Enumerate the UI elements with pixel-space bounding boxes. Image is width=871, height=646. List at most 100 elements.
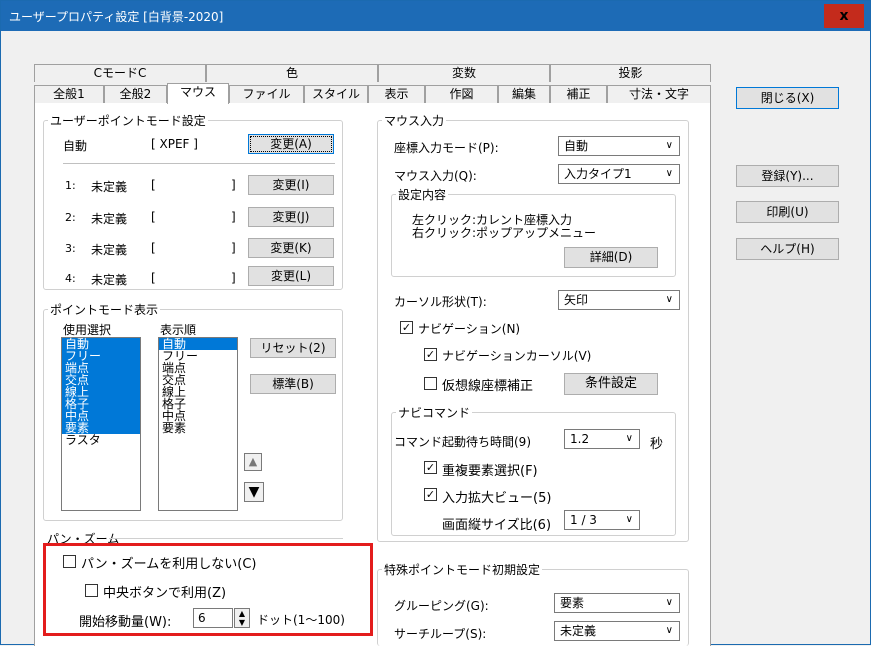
tab-label: CモードC	[93, 66, 147, 80]
row-bracket-right: ]	[231, 271, 236, 285]
select-value: 未定義	[560, 624, 597, 638]
tab-c-mode[interactable]: CモードC	[34, 64, 206, 82]
dialog-window: ユーザープロパティ設定 [白背景-2020] x CモードC 色 変数 投影 全…	[0, 0, 871, 646]
window-title: ユーザープロパティ設定 [白背景-2020]	[9, 10, 224, 24]
change-l-button[interactable]: 変更(L)	[248, 266, 334, 286]
reset-button[interactable]: リセット(2)	[250, 338, 336, 358]
tab-label: マウス	[179, 85, 216, 99]
use-select-label: 使用選択	[63, 323, 112, 337]
tab-label: スタイル	[311, 87, 360, 101]
ratio-label: 画面縦サイズ比(6)	[442, 518, 552, 533]
tab-general2[interactable]: 全般2	[104, 85, 167, 103]
move-up-icon[interactable]: ▲	[244, 453, 262, 471]
group-label: ポイントモード表示	[48, 301, 161, 318]
select-value: 入力タイプ1	[564, 167, 632, 181]
tab-style[interactable]: スタイル	[304, 85, 368, 103]
nav-cursor-label: ナビゲーションカーソル(V)	[442, 349, 592, 363]
tab-file[interactable]: ファイル	[229, 85, 304, 103]
tab-display[interactable]: 表示	[368, 85, 425, 103]
zoom-view-label: 入力拡大ビュー(5)	[442, 491, 552, 506]
select-value: 自動	[564, 139, 589, 153]
standard-button[interactable]: 標準(B)	[250, 374, 336, 394]
tab-label: ファイル	[242, 87, 291, 101]
chevron-down-icon: ∨	[625, 514, 633, 525]
register-button[interactable]: 登録(Y)...	[736, 165, 839, 187]
grouping-select[interactable]: 要素 ∨	[554, 593, 680, 613]
tab-dimension-text[interactable]: 寸法・文字	[607, 85, 711, 103]
row-bracket-left: [	[151, 210, 156, 224]
row-bracket-right: ]	[231, 178, 236, 192]
dup-select-label: 重複要素選択(F)	[442, 464, 538, 479]
row-label: 未定義	[91, 243, 128, 257]
tab-label: 全般2	[119, 87, 152, 101]
row-bracket-left: [	[151, 178, 156, 192]
tab-label: 表示	[384, 87, 409, 101]
row-num: 2:	[65, 211, 76, 224]
chevron-down-icon: ∨	[665, 140, 673, 151]
tab-color[interactable]: 色	[206, 64, 378, 82]
nav-cursor-checkbox[interactable]: ✓	[424, 348, 437, 361]
auto-value: [ XPEF ]	[151, 137, 198, 151]
tab-correction[interactable]: 補正	[550, 85, 607, 103]
zoom-view-checkbox[interactable]: ✓	[424, 488, 437, 501]
list-item[interactable]: ラスタ	[62, 434, 140, 446]
auto-label: 自動	[63, 139, 88, 153]
change-a-button[interactable]: 変更(A)	[248, 134, 334, 154]
tab-label: 作図	[449, 87, 474, 101]
row-bracket-left: [	[151, 271, 156, 285]
close-window-button[interactable]: x	[824, 4, 864, 28]
tab-label: 全般1	[53, 87, 85, 101]
coord-mode-select[interactable]: 自動 ∨	[558, 136, 680, 156]
select-value: 1.2	[570, 432, 590, 446]
virtual-line-checkbox[interactable]	[424, 377, 437, 390]
wait-label: コマンド起動待ち時間(9)	[394, 435, 531, 449]
navigation-checkbox[interactable]: ✓	[400, 321, 413, 334]
separator	[63, 163, 335, 164]
tab-drawing[interactable]: 作図	[425, 85, 498, 103]
search-loop-select[interactable]: 未定義 ∨	[554, 621, 680, 641]
cursor-shape-select[interactable]: 矢印 ∨	[558, 290, 680, 310]
dup-select-checkbox[interactable]: ✓	[424, 461, 437, 474]
help-button[interactable]: ヘルプ(H)	[736, 238, 839, 260]
change-k-button[interactable]: 変更(K)	[248, 238, 334, 258]
tab-label: 寸法・文字	[628, 87, 689, 101]
tab-edit[interactable]: 編集	[498, 85, 550, 103]
group-label: 設定内容	[396, 186, 449, 203]
group-label: マウス入力	[382, 112, 447, 129]
display-order-list[interactable]: 自動 フリー 端点 交点 線上 格子 中点 要素	[158, 337, 238, 511]
virtual-line-label: 仮想線座標補正	[442, 379, 534, 394]
row-bracket-right: ]	[231, 241, 236, 255]
tab-mouse[interactable]: マウス	[167, 83, 229, 104]
move-down-icon[interactable]: ▼	[244, 482, 264, 502]
navigation-label: ナビゲーション(N)	[418, 322, 521, 336]
cursor-shape-label: カーソル形状(T):	[394, 295, 487, 309]
row-num: 1:	[65, 179, 76, 192]
tab-variable[interactable]: 変数	[378, 64, 550, 82]
condition-button[interactable]: 条件設定	[564, 373, 658, 395]
close-button[interactable]: 閉じる(X)	[736, 87, 839, 109]
tab-label: 投影	[618, 66, 643, 80]
right-click-desc: 右クリック:ポップアップメニュー	[412, 226, 597, 240]
change-i-button[interactable]: 変更(I)	[248, 175, 334, 195]
row-label: 未定義	[91, 212, 128, 226]
separator	[109, 538, 343, 539]
wait-unit: 秒	[650, 437, 664, 452]
row-label: 未定義	[91, 273, 128, 287]
use-select-list[interactable]: 自動 フリー 端点 交点 線上 格子 中点 要素 ラスタ	[61, 337, 141, 511]
group-label: ナビコマンド	[396, 404, 473, 421]
chevron-down-icon: ∨	[665, 168, 673, 179]
wait-select[interactable]: 1.2 ∨	[564, 429, 640, 449]
highlight-box	[43, 543, 373, 636]
row-num: 3:	[65, 242, 76, 255]
grouping-label: グルーピング(G):	[394, 599, 489, 613]
ratio-select[interactable]: 1 / 3 ∨	[564, 510, 640, 530]
tab-projection[interactable]: 投影	[550, 64, 711, 82]
tab-general1[interactable]: 全般1	[34, 85, 104, 103]
print-button[interactable]: 印刷(U)	[736, 201, 839, 223]
select-value: 1 / 3	[570, 513, 597, 527]
change-j-button[interactable]: 変更(J)	[248, 207, 334, 227]
mouse-input-select[interactable]: 入力タイプ1 ∨	[558, 164, 680, 184]
group-label: ユーザーポイントモード設定	[48, 112, 208, 129]
detail-button[interactable]: 詳細(D)	[564, 247, 658, 268]
list-item[interactable]: 要素	[159, 422, 237, 434]
